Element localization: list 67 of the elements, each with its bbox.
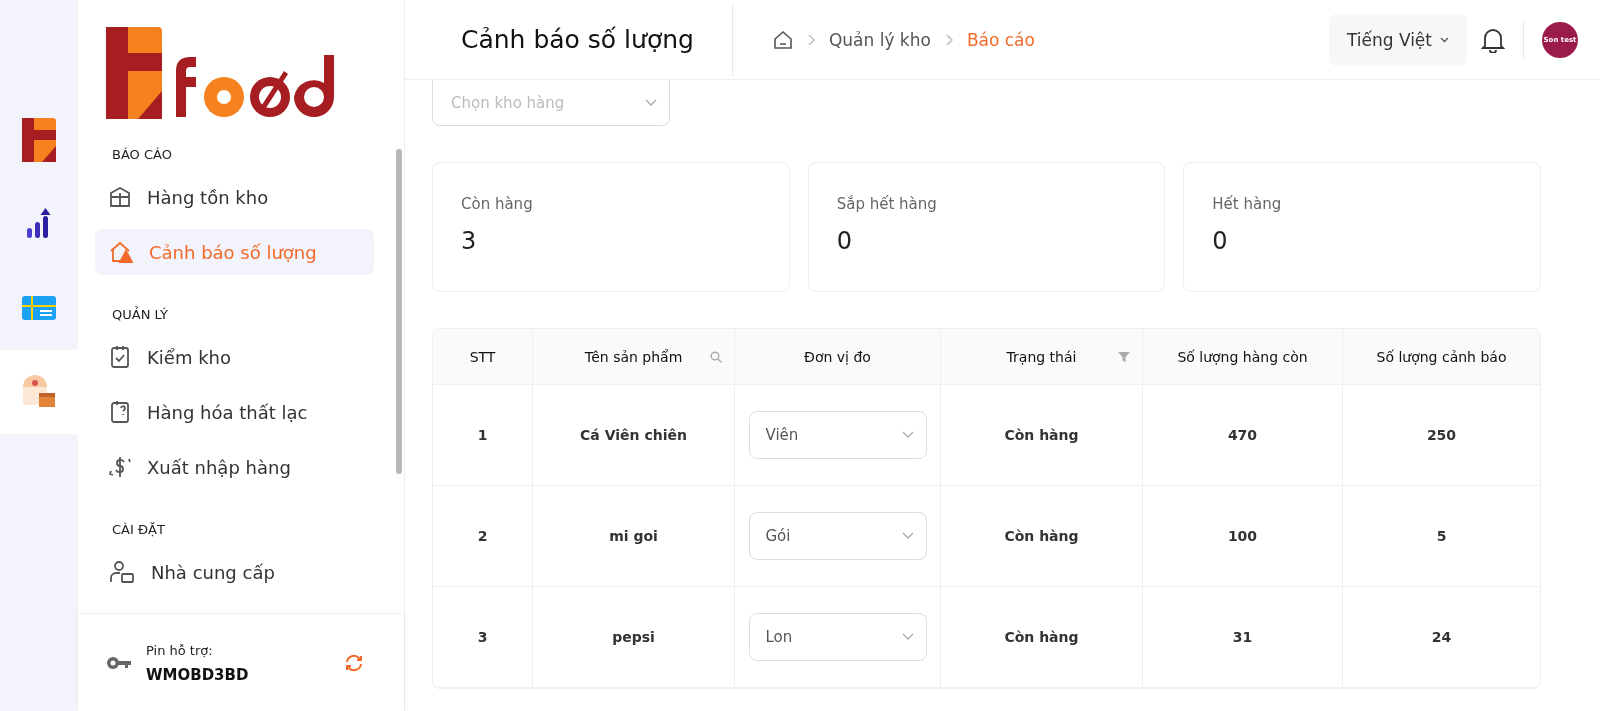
calendar-question-icon: [109, 400, 131, 424]
column-header: Số lượng cảnh báo: [1375, 347, 1508, 367]
pin-label: Pin hỗ trợ:: [146, 642, 214, 658]
table-cell: 100: [1143, 486, 1343, 586]
table-cell: Cá Viên chiên: [533, 385, 735, 485]
chevron-down-icon: [901, 431, 914, 439]
caret-icon: [1440, 36, 1449, 43]
person-box-icon: [109, 560, 135, 584]
table-cell-text: 24: [1430, 628, 1453, 647]
stat-label: Hết hàng: [1212, 195, 1283, 213]
pin-code: WMOBD3BD: [146, 665, 250, 684]
page-title: Cảnh báo số lượng: [461, 3, 733, 76]
section-title: CÀI ĐẶT: [112, 522, 166, 537]
menu-item[interactable]: Hàng tồn kho: [95, 174, 374, 220]
unit-select[interactable]: Lon: [748, 613, 927, 661]
menu-item[interactable]: Kiểm kho: [95, 334, 374, 380]
column-header: Đơn vị đo: [735, 329, 941, 384]
table-cell: pepsi: [533, 587, 735, 687]
home-icon[interactable]: [772, 29, 793, 50]
stat-label: Sắp hết hàng: [836, 195, 938, 213]
card-icon: [22, 296, 56, 320]
warehouse-box-icon: [21, 375, 57, 409]
table-cell-text: 250: [1425, 426, 1458, 445]
scrollbar[interactable]: [396, 149, 402, 474]
search-icon[interactable]: [710, 350, 722, 363]
chevron-right-icon: [806, 33, 815, 46]
table-cell: Còn hàng: [941, 385, 1143, 485]
chevron-right-icon: [944, 33, 953, 46]
table-cell: 470: [1143, 385, 1343, 485]
filter-icon[interactable]: [1118, 350, 1130, 363]
table-cell: Còn hàng: [941, 486, 1143, 586]
column-header: Số lượng hàng còn: [1143, 329, 1343, 384]
dollar-arrows-icon: [109, 455, 131, 479]
table-cell: 31: [1143, 587, 1343, 687]
chevron-down-icon: [645, 98, 657, 107]
section-title: QUẢN LÝ: [112, 307, 169, 322]
house-warning-icon: [109, 241, 133, 263]
key-icon: [106, 656, 132, 670]
table-cell: mi goi: [533, 486, 735, 586]
table-cell: Còn hàng: [941, 587, 1143, 687]
stat-value: 0: [1212, 227, 1229, 255]
column-header: Tên sản phẩm: [533, 329, 735, 384]
unit-select[interactable]: Gói: [748, 512, 927, 560]
menu-item[interactable]: Nhà cung cấp: [95, 549, 374, 595]
refresh-icon[interactable]: [344, 653, 364, 673]
table-cell: 2: [433, 486, 533, 586]
stat-value: 3: [461, 227, 478, 255]
table-cell-text: 5: [1435, 527, 1448, 546]
chevron-down-icon: [901, 633, 914, 641]
clipboard-check-icon: [109, 345, 131, 369]
menu-item[interactable]: Xuất nhập hàng: [95, 444, 374, 490]
f-logo-icon: [22, 118, 56, 162]
section-title: BÁO CÁO: [112, 147, 173, 162]
bell-icon[interactable]: [1481, 26, 1505, 53]
stat-label: Còn hàng: [461, 195, 534, 213]
language-select[interactable]: Tiếng Việt: [1328, 13, 1467, 66]
column-header: Trạng thái: [941, 329, 1143, 384]
breadcrumb-link[interactable]: Quản lý kho: [828, 29, 931, 50]
unit-select[interactable]: Viên: [748, 411, 927, 459]
bar-chart-icon: [26, 208, 52, 240]
chevron-down-icon: [901, 532, 914, 540]
grid-icon: [109, 186, 131, 208]
stat-value: 0: [836, 227, 853, 255]
table-cell: 1: [433, 385, 533, 485]
menu-item[interactable]: Hàng hóa thất lạc: [95, 389, 374, 435]
column-header: STT: [433, 329, 533, 384]
table-cell: 3: [433, 587, 533, 687]
